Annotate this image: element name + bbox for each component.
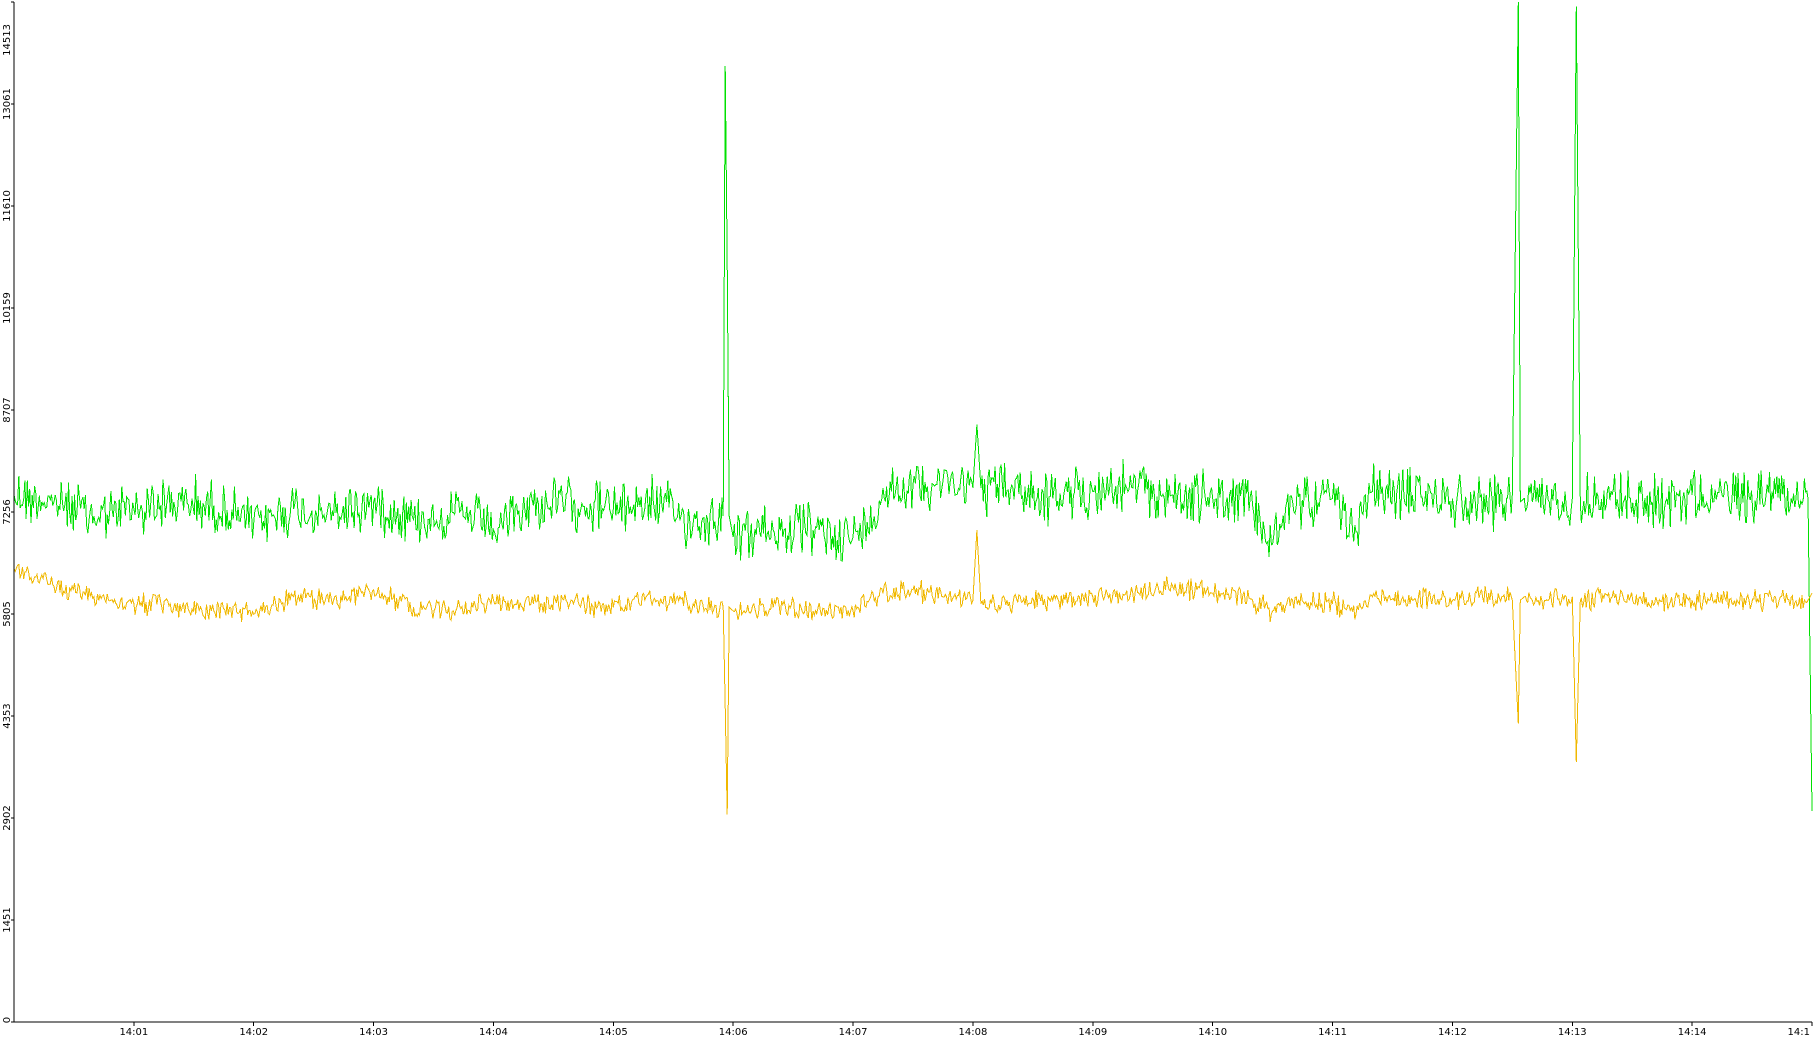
x-tick-label: 14:01	[119, 1027, 148, 1038]
x-tick-label: 14:13	[1558, 1027, 1587, 1038]
y-tick-label: 0	[2, 1017, 13, 1023]
y-tick-label: 13061	[2, 88, 13, 120]
y-axis: 0 1451 2902 4353 5805 7256 8707 10159 11610 13061…	[2, 1, 15, 1023]
x-tick-label: 14:07	[839, 1027, 868, 1038]
x-tick-label: 14:10	[1198, 1027, 1227, 1038]
x-axis: 14:01 14:02 14:03 14:04 14:05 14:06 14:07 14:08…	[14, 1021, 1813, 1038]
y-tick-label: 7256	[2, 499, 13, 524]
series-line-1	[13, 1, 1813, 812]
x-tick-label: 14:09	[1078, 1027, 1107, 1038]
x-tick-label: 14:14	[1678, 1027, 1707, 1038]
series-line-2	[13, 529, 1813, 815]
y-tick-label: 5805	[2, 601, 13, 626]
y-tick-label: 2902	[2, 805, 13, 830]
x-tick-label: 14:04	[479, 1027, 508, 1038]
y-tick-label: 1451	[2, 907, 13, 932]
y-tick-label: 11610	[2, 190, 13, 222]
y-tick-label: 4353	[2, 703, 13, 728]
x-tick-label: 14:05	[599, 1027, 628, 1038]
x-tick-label: 14:08	[959, 1027, 988, 1038]
x-tick-label: 14:03	[359, 1027, 388, 1038]
x-tick-label: 14:06	[719, 1027, 748, 1038]
x-tick-label: 14:11	[1318, 1027, 1347, 1038]
y-tick-label: 14513	[2, 24, 13, 56]
plot-area	[13, 1, 1813, 815]
y-tick-label: 8707	[2, 397, 13, 422]
x-tick-label: 14:02	[239, 1027, 268, 1038]
x-tick-label: 14:1	[1788, 1027, 1810, 1038]
x-tick-label: 14:12	[1438, 1027, 1467, 1038]
y-tick-label: 10159	[2, 292, 13, 324]
line-chart: 0 1451 2902 4353 5805 7256 8707 10159 11610 13061…	[2, 1, 1813, 1038]
